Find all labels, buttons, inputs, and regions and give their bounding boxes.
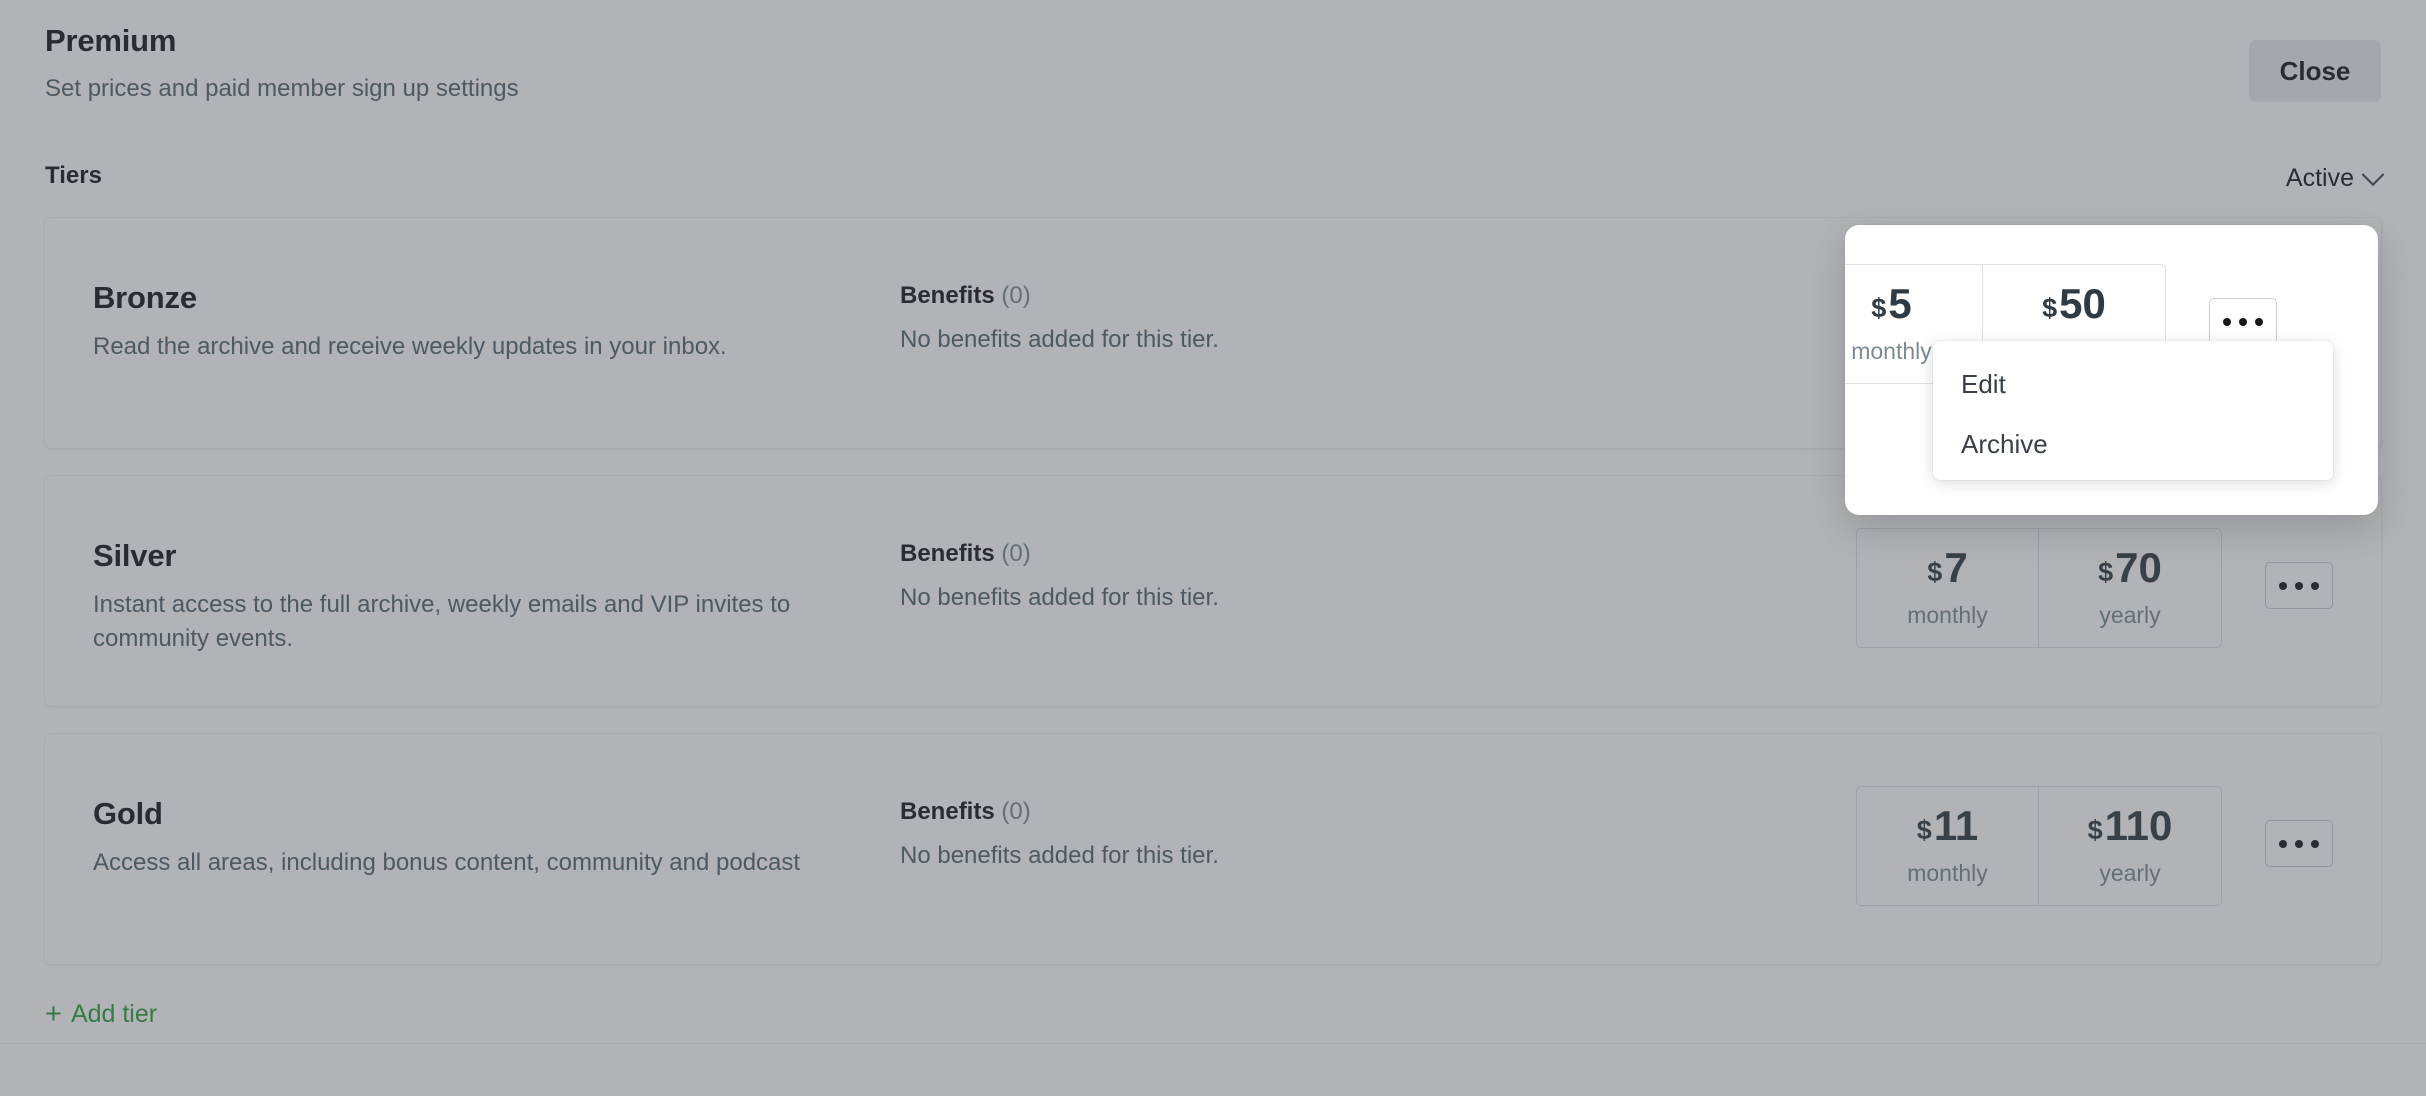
price-group: $ 7 monthly $ 70 yearly xyxy=(1856,528,2222,648)
price-period-monthly: monthly xyxy=(1851,338,1932,364)
price-value: 110 xyxy=(2104,802,2173,849)
benefits-count: (0) xyxy=(1001,282,1031,309)
ellipsis-icon xyxy=(2311,581,2319,590)
add-tier-label: Add tier xyxy=(70,1000,158,1028)
benefits-empty-text: No benefits added for this tier. xyxy=(900,842,1219,869)
page-header: Premium Set prices and paid member sign … xyxy=(45,22,2381,104)
price-period-yearly: yearly xyxy=(2099,602,2161,628)
price-amount-monthly: $ 11 xyxy=(1917,805,1978,847)
premium-settings-page: Premium Set prices and paid member sign … xyxy=(0,0,2426,1096)
benefits-label: Benefits xyxy=(900,540,995,567)
tier-name: Bronze xyxy=(93,280,197,315)
price-value: 11 xyxy=(1933,802,1979,849)
currency-symbol: $ xyxy=(1871,293,1887,323)
price-amount-monthly: $ 7 xyxy=(1927,547,1967,589)
price-period-yearly: yearly xyxy=(2099,860,2161,886)
tier-info: Silver Instant access to the full archiv… xyxy=(45,522,900,656)
benefits-label: Benefits xyxy=(900,282,995,309)
currency-symbol: $ xyxy=(2098,557,2114,587)
tier-context-menu[interactable]: Edit Archive xyxy=(1933,341,2333,480)
price-value: 50 xyxy=(2059,280,2106,327)
ellipsis-icon xyxy=(2311,839,2319,848)
close-button[interactable]: Close xyxy=(2249,40,2381,102)
tier-pricing: $ 7 monthly $ 70 yearly xyxy=(1856,522,2381,648)
benefits-empty-text: No benefits added for this tier. xyxy=(900,326,1219,353)
price-period-monthly: monthly xyxy=(1907,602,1988,628)
tier-benefits: Benefits (0) No benefits added for this … xyxy=(900,264,1800,354)
tier-description: Instant access to the full archive, week… xyxy=(93,591,791,653)
tier-description: Read the archive and receive weekly upda… xyxy=(93,333,727,360)
price-cell-yearly: $ 70 yearly xyxy=(2039,529,2221,647)
tier-benefits: Benefits (0) No benefits added for this … xyxy=(900,780,1800,870)
tier-benefits: Benefits (0) No benefits added for this … xyxy=(900,522,1800,612)
price-amount-yearly: $ 70 xyxy=(2098,547,2162,589)
tier-name: Gold xyxy=(93,796,163,831)
price-cell-monthly: $ 7 monthly xyxy=(1857,529,2039,647)
ellipsis-icon xyxy=(2223,317,2231,326)
benefits-label: Benefits xyxy=(900,798,995,825)
page-title: Premium xyxy=(45,23,177,58)
tier-description: Access all areas, including bonus conten… xyxy=(93,849,801,876)
currency-symbol: $ xyxy=(2087,815,2103,845)
chevron-down-icon xyxy=(2361,162,2385,186)
price-cell-yearly: $ 110 yearly xyxy=(2039,787,2221,905)
ellipsis-icon xyxy=(2295,581,2303,590)
ellipsis-icon xyxy=(2279,581,2287,590)
ellipsis-icon xyxy=(2279,839,2287,848)
price-amount-yearly: $ 50 xyxy=(2042,283,2106,325)
price-value: 7 xyxy=(1944,544,1968,591)
tiers-label: Tiers xyxy=(45,162,102,189)
tier-actions-button-active[interactable] xyxy=(2209,298,2277,345)
benefits-heading: Benefits (0) xyxy=(900,282,1800,310)
benefits-heading: Benefits (0) xyxy=(900,798,1800,826)
tier-info: Bronze Read the archive and receive week… xyxy=(45,264,900,364)
footer-divider xyxy=(0,1043,2426,1044)
ellipsis-icon xyxy=(2239,317,2247,326)
page-subtitle: Set prices and paid member sign up setti… xyxy=(45,74,519,102)
currency-symbol: $ xyxy=(2042,293,2058,323)
benefits-count: (0) xyxy=(1001,798,1031,825)
tier-name: Silver xyxy=(93,538,177,573)
tier-card-gold[interactable]: Gold Access all areas, including bonus c… xyxy=(45,734,2381,964)
context-menu-item-edit[interactable]: Edit xyxy=(1933,354,2333,414)
tier-status-filter-value: Active xyxy=(2285,164,2354,192)
context-menu-item-archive[interactable]: Archive xyxy=(1933,414,2333,474)
price-cell-monthly: $ 11 monthly xyxy=(1857,787,2039,905)
price-value: 70 xyxy=(2115,544,2162,591)
tiers-toolbar: Tiers Active xyxy=(45,162,2385,202)
ellipsis-icon xyxy=(2255,317,2263,326)
add-tier-button[interactable]: + Add tier xyxy=(45,1000,157,1029)
price-amount-monthly: $ 5 xyxy=(1871,283,1911,325)
currency-symbol: $ xyxy=(1927,557,1943,587)
price-value: 5 xyxy=(1888,280,1912,327)
currency-symbol: $ xyxy=(1916,815,1932,845)
price-amount-yearly: $ 110 xyxy=(2088,805,2173,847)
benefits-count: (0) xyxy=(1001,540,1031,567)
tier-actions-button[interactable] xyxy=(2265,820,2333,867)
tier-actions-button[interactable] xyxy=(2265,562,2333,609)
tier-info: Gold Access all areas, including bonus c… xyxy=(45,780,900,880)
price-group: $ 11 monthly $ 110 yearly xyxy=(1856,786,2222,906)
benefits-heading: Benefits (0) xyxy=(900,540,1800,568)
benefits-empty-text: No benefits added for this tier. xyxy=(900,584,1219,611)
tier-status-filter[interactable]: Active xyxy=(2285,162,2385,193)
price-period-monthly: monthly xyxy=(1907,860,1988,886)
tier-pricing: $ 11 monthly $ 110 yearly xyxy=(1856,780,2381,906)
plus-icon: + xyxy=(45,998,62,1030)
ellipsis-icon xyxy=(2295,839,2303,848)
